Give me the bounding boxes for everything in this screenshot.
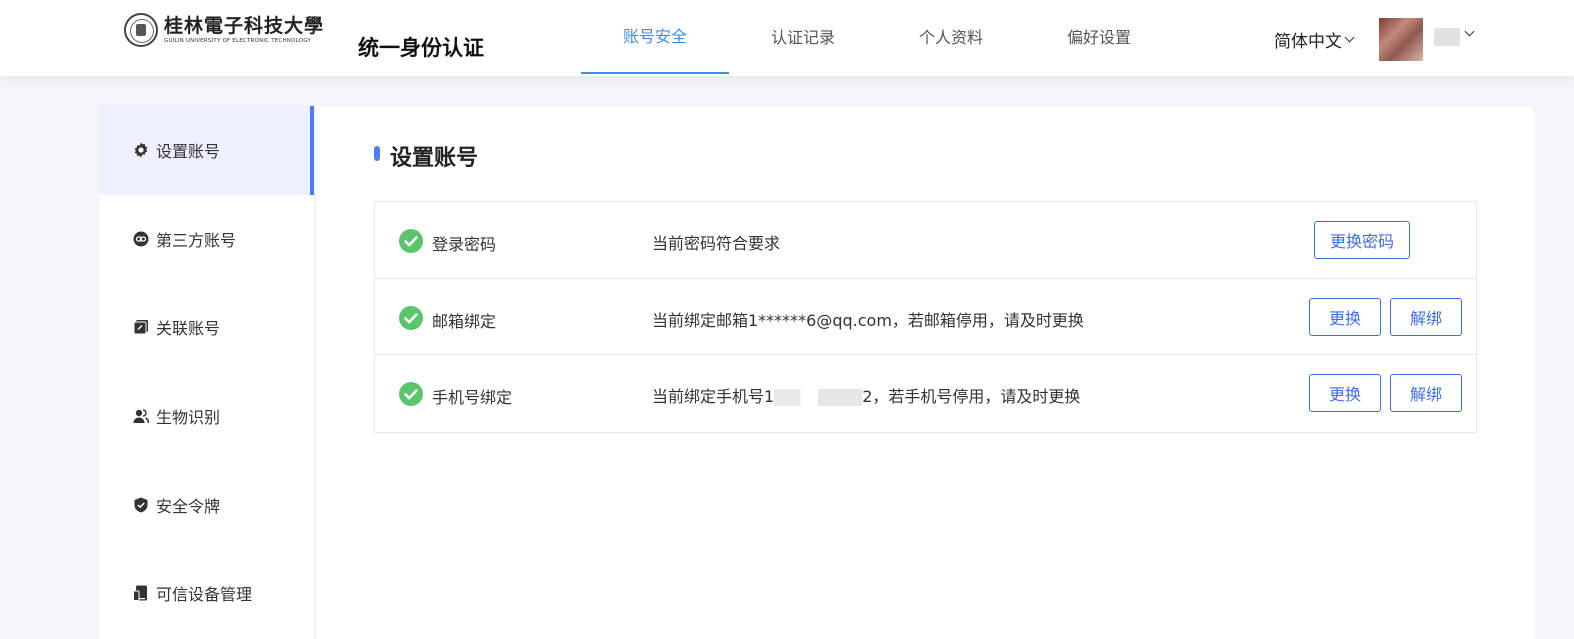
link-icon [133, 231, 149, 247]
user-menu-chevron-down-icon[interactable] [1464, 26, 1475, 37]
shield-icon [133, 497, 149, 513]
main-panel: 设置账号 登录密码 当前密码符合要求 更换密码 邮箱绑定 当前绑定邮箱1****… [316, 106, 1535, 639]
top-header: 桂林電子科技大學 GUILIN UNIVERSITY OF ELECTRONIC… [0, 0, 1574, 76]
sidebar-item-label: 安全令牌 [156, 496, 221, 516]
tab-account-security[interactable]: 账号安全 [581, 0, 729, 74]
redacted-phone-digits [774, 389, 863, 406]
logo-chinese-name: 桂林電子科技大學 [164, 15, 325, 37]
tab-auth-records[interactable]: 认证记录 [729, 0, 877, 74]
table-row-password: 登录密码 当前密码符合要求 更换密码 [375, 202, 1476, 279]
sidebar-item-label: 生物识别 [156, 408, 221, 428]
row-description: 当前绑定邮箱1******6@qq.com，若邮箱停用，请及时更换 [652, 310, 1084, 330]
tab-personal-info[interactable]: 个人资料 [877, 0, 1025, 74]
table-row-email: 邮箱绑定 当前绑定邮箱1******6@qq.com，若邮箱停用，请及时更换 更… [375, 279, 1476, 355]
sidebar-item-label: 设置账号 [156, 142, 221, 162]
avatar[interactable] [1379, 18, 1423, 61]
site-title: 统一身份认证 [358, 36, 484, 60]
gear-icon [133, 142, 149, 158]
tab-preferences[interactable]: 偏好设置 [1025, 0, 1173, 74]
sidebar-item-label: 第三方账号 [156, 230, 237, 250]
account-settings-table: 登录密码 当前密码符合要求 更换密码 邮箱绑定 当前绑定邮箱1******6@q… [374, 201, 1477, 433]
unbind-email-button[interactable]: 解绑 [1390, 297, 1462, 336]
users-icon [133, 408, 149, 424]
unbind-phone-button[interactable]: 解绑 [1390, 374, 1462, 412]
row-label: 手机号绑定 [432, 388, 513, 407]
logo-text: 桂林電子科技大學 GUILIN UNIVERSITY OF ELECTRONIC… [164, 15, 324, 45]
check-circle-icon [399, 229, 423, 253]
row-label: 邮箱绑定 [432, 311, 497, 331]
user-name-redacted[interactable] [1434, 28, 1460, 46]
row-description: 当前密码符合要求 [652, 234, 781, 253]
sidebar-item-trusted-devices[interactable]: 可信设备管理 [100, 549, 314, 638]
change-password-button[interactable]: 更换密码 [1314, 221, 1410, 259]
sidebar-item-label: 可信设备管理 [156, 585, 253, 605]
row-description: 当前绑定手机号1 2，若手机号停用，请及时更换 [652, 383, 1080, 407]
section-title-marker [374, 146, 380, 161]
change-email-button[interactable]: 更换 [1309, 297, 1381, 336]
table-row-phone: 手机号绑定 当前绑定手机号1 2，若手机号停用，请及时更换 更换 解绑 [375, 355, 1476, 432]
language-selector[interactable]: 简体中文 [1274, 27, 1355, 52]
sidebar-item-linked-accounts[interactable]: 关联账号 [100, 283, 314, 372]
sidebar-item-label: 关联账号 [156, 319, 221, 339]
university-logo[interactable]: 桂林電子科技大學 GUILIN UNIVERSITY OF ELECTRONIC… [124, 12, 334, 48]
language-label: 简体中文 [1274, 32, 1342, 52]
sidebar: 设置账号 第三方账号 关联账号 生物识别 安全令牌 可信设备管理 [100, 106, 315, 639]
sidebar-item-third-party[interactable]: 第三方账号 [100, 195, 314, 284]
section-title: 设置账号 [390, 146, 479, 171]
device-icon [133, 585, 149, 602]
top-nav: 账号安全 认证记录 个人资料 偏好设置 [581, 0, 1173, 74]
university-seal-icon [124, 13, 158, 47]
phone-desc-prefix: 当前绑定手机号1 [652, 387, 775, 406]
change-phone-button[interactable]: 更换 [1309, 374, 1381, 412]
linked-card-icon [133, 319, 149, 335]
chevron-down-icon [1344, 32, 1355, 43]
sidebar-item-account-settings[interactable]: 设置账号 [100, 106, 314, 195]
check-circle-icon [399, 382, 423, 406]
sidebar-item-biometrics[interactable]: 生物识别 [100, 372, 314, 461]
phone-desc-suffix: 2，若手机号停用，请及时更换 [862, 387, 1081, 406]
logo-english-name: GUILIN UNIVERSITY OF ELECTRONIC TECHNOLO… [164, 38, 311, 44]
row-label: 登录密码 [432, 235, 497, 254]
check-circle-icon [399, 305, 423, 330]
sidebar-item-security-token[interactable]: 安全令牌 [100, 460, 314, 549]
